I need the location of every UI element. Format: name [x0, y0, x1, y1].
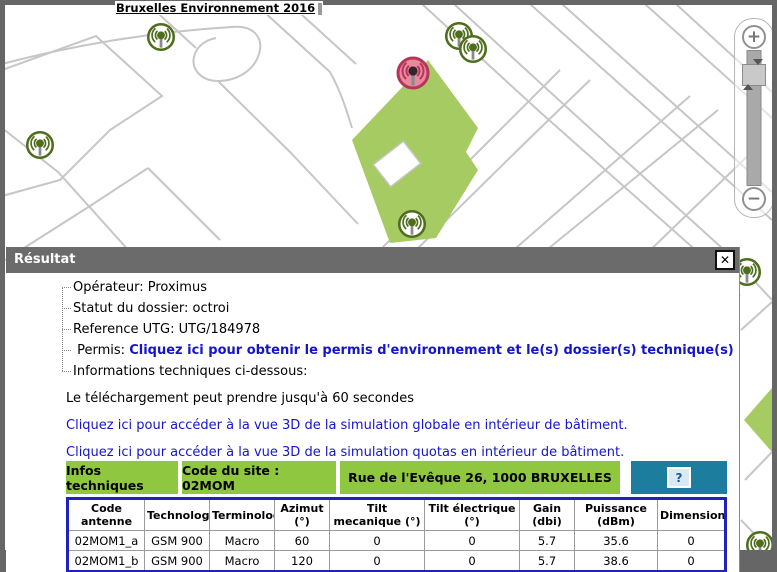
cell: 0 [330, 551, 425, 572]
statut-text: Statut du dossier: octroi [73, 301, 229, 316]
tree-connector [62, 287, 63, 371]
antenna-icon[interactable] [399, 211, 425, 237]
antenna-table: Code antenne Technologie Terminologie Az… [66, 497, 727, 572]
col-dimension: Dimension [658, 499, 726, 531]
cell: 02MOM1_a [68, 531, 145, 551]
cell: 5.7 [520, 551, 575, 572]
cell: 60 [275, 531, 330, 551]
cell: 35.6 [575, 531, 658, 551]
map-title-text: Bruxelles Environnement 2016 [116, 1, 315, 15]
col-technologie: Technologie [145, 499, 210, 531]
link-3d-global[interactable]: Cliquez ici pour accéder à la vue 3D de … [66, 417, 727, 434]
help-box: ? [631, 461, 727, 494]
zoom-out-button[interactable]: − [742, 187, 766, 211]
antenna-icon[interactable] [27, 132, 53, 158]
cell: 5.7 [520, 531, 575, 551]
close-icon: ✕ [720, 253, 730, 267]
tree-item-reference: Reference UTG: UTG/184978 [62, 319, 727, 340]
col-tilt-mecanique: Tilt mecanique (°) [330, 499, 425, 531]
cell: Macro [210, 551, 275, 572]
slider-up-arrow-icon [743, 65, 753, 90]
tree-item-operateur: Opérateur: Proximus [62, 277, 727, 298]
tree-item-permis: Permis: Cliquez ici pour obtenir le perm… [62, 340, 727, 361]
col-azimut: Azimut (°) [275, 499, 330, 531]
cell: 0 [658, 551, 726, 572]
table-row: 02MOM1_b GSM 900 Macro 120 0 0 5.7 38.6 … [68, 551, 726, 572]
app-window: + − Bruxelles Environnement 2016 Résulta… [0, 0, 777, 572]
cell: 0 [425, 551, 520, 572]
help-button[interactable]: ? [667, 467, 691, 488]
infobar-infos-techniques: Infos techniques [66, 461, 178, 494]
antenna-icon[interactable] [460, 36, 486, 62]
col-terminologie: Terminologie [210, 499, 275, 531]
antenna-icon[interactable] [747, 532, 772, 550]
cell: 38.6 [575, 551, 658, 572]
zoom-slider-handle[interactable] [742, 64, 766, 86]
info-bar: Infos techniques Code du site : 02MOM Ru… [66, 461, 727, 494]
col-gain: Gain (dbi) [520, 499, 575, 531]
infobar-site-code: Code du site : 02MOM [182, 461, 336, 494]
label-tick [318, 3, 322, 15]
download-note: Le téléchargement peut prendre jusqu'à 6… [66, 390, 727, 407]
dialog-content: Opérateur: Proximus Statut du dossier: o… [6, 277, 739, 572]
permis-link[interactable]: Cliquez ici pour obtenir le permis d'env… [129, 343, 734, 358]
question-icon: ? [676, 471, 683, 485]
infos-text: Informations techniques ci-dessous: [73, 364, 307, 379]
antenna-icon[interactable] [148, 24, 174, 50]
slider-down-arrow-icon [753, 59, 763, 84]
table-header-row: Code antenne Technologie Terminologie Az… [68, 499, 726, 531]
selected-antenna-icon[interactable] [398, 58, 428, 88]
tree-item-statut: Statut du dossier: octroi [62, 298, 727, 319]
map-title-label: Bruxelles Environnement 2016 [115, 1, 323, 15]
dialog-title: Résultat [14, 252, 75, 267]
zoom-control: + − [734, 18, 772, 218]
close-button[interactable]: ✕ [715, 250, 735, 270]
permis-label: Permis: [77, 343, 125, 358]
cell: 0 [425, 531, 520, 551]
operateur-text: Opérateur: Proximus [73, 280, 207, 295]
cell: Macro [210, 531, 275, 551]
cell: GSM 900 [145, 551, 210, 572]
tree-item-infos: Informations techniques ci-dessous: [62, 361, 727, 382]
table-row: 02MOM1_a GSM 900 Macro 60 0 0 5.7 35.6 0 [68, 531, 726, 551]
reference-text: Reference UTG: UTG/184978 [73, 322, 260, 337]
result-dialog: Résultat ✕ Opérateur: Proximus Statut du… [6, 247, 740, 572]
cell: 02MOM1_b [68, 551, 145, 572]
infobar-address: Rue de l'Evêque 26, 1000 BRUXELLES [340, 461, 620, 494]
col-puissance: Puissance (dBm) [575, 499, 658, 531]
cell: 0 [658, 531, 726, 551]
cell: GSM 900 [145, 531, 210, 551]
col-code-antenne: Code antenne [68, 499, 145, 531]
col-tilt-electrique: Tilt électrique (°) [425, 499, 520, 531]
dialog-titlebar: Résultat ✕ [6, 247, 739, 273]
result-tree: Opérateur: Proximus Statut du dossier: o… [62, 277, 727, 382]
link-3d-quotas[interactable]: Cliquez ici pour accéder à la vue 3D de … [66, 444, 727, 461]
cell: 0 [330, 531, 425, 551]
cell: 120 [275, 551, 330, 572]
zoom-in-button[interactable]: + [742, 25, 766, 49]
